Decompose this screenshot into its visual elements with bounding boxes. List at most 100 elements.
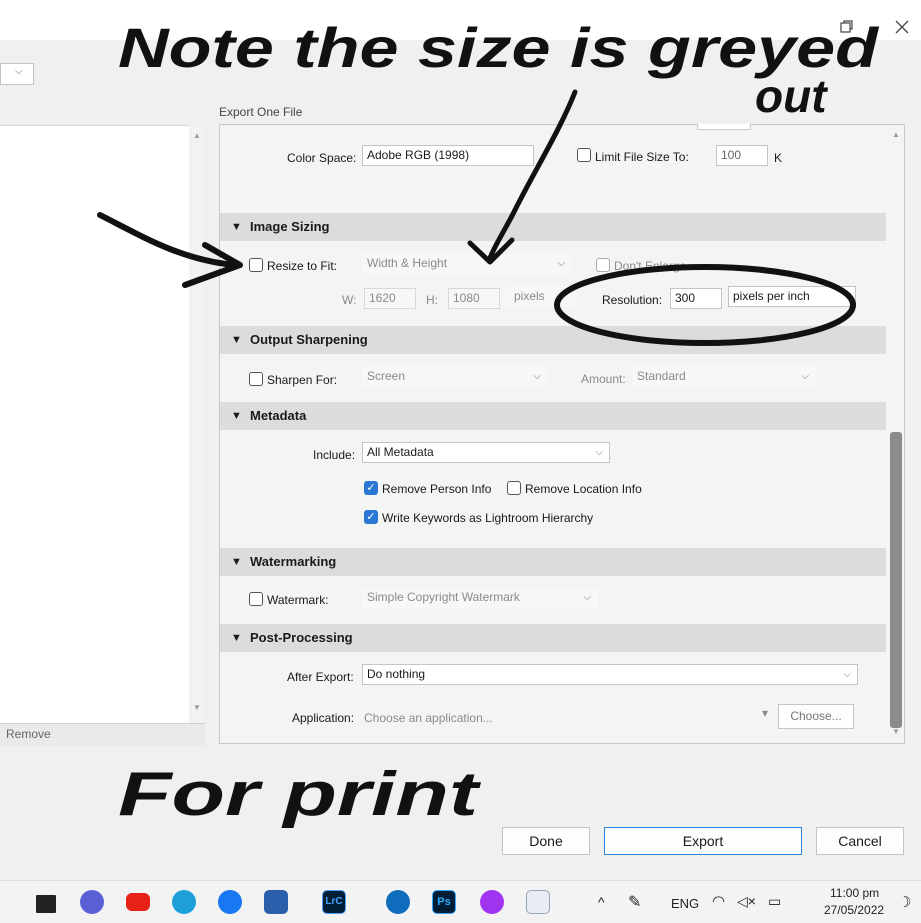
remove-person-info-checkbox[interactable]: ✓ <box>364 481 378 495</box>
cancel-button[interactable]: Cancel <box>816 827 904 855</box>
chevron-down-icon: ⌵ <box>843 669 851 680</box>
done-button[interactable]: Done <box>502 827 590 855</box>
color-space-select[interactable]: Adobe RGB (1998) <box>362 145 534 166</box>
chevron-down-icon: ⌵ <box>557 258 565 269</box>
dont-enlarge-checkbox[interactable] <box>596 258 610 272</box>
after-export-value: Do nothing <box>367 667 426 681</box>
restore-icon[interactable] <box>840 20 854 34</box>
preset-list-scrollbar[interactable]: ▲ ▼ <box>189 125 205 723</box>
height-label: H: <box>426 293 438 307</box>
limit-file-size-unit: K <box>774 151 783 165</box>
section-watermarking[interactable]: ▼ Watermarking <box>220 548 886 576</box>
after-export-select[interactable]: Do nothing ⌵ <box>362 664 858 685</box>
dialog-title: Export One File <box>219 105 303 119</box>
section-image-sizing[interactable]: ▼ Image Sizing <box>220 213 886 241</box>
chevron-up-icon[interactable]: ^ <box>598 894 605 910</box>
collapse-triangle-icon: ▼ <box>231 410 242 422</box>
start-icon[interactable] <box>36 895 56 913</box>
sharpen-for-value: Screen <box>367 369 406 383</box>
cortana-icon[interactable] <box>386 890 410 914</box>
word-icon[interactable] <box>526 890 550 914</box>
resolution-units-select[interactable]: pixels per inch <box>728 286 856 307</box>
watermark-select[interactable]: Simple Copyright Watermark ⌵ <box>362 587 598 608</box>
sharpen-for-select[interactable]: Screen ⌵ <box>362 366 548 387</box>
collapse-triangle-icon: ▼ <box>231 632 242 644</box>
resize-mode-value: Width & Height <box>367 256 448 270</box>
resize-to-fit-checkbox[interactable] <box>249 258 263 272</box>
store-icon[interactable] <box>264 890 288 914</box>
application-dropdown-icon[interactable]: ▾ <box>762 706 768 720</box>
remove-location-info-label: Remove Location Info <box>525 482 642 496</box>
sharpen-for-label: Sharpen For: <box>267 373 338 387</box>
limit-file-size-label: Limit File Size To: <box>595 150 689 164</box>
chevron-down-icon: ⌵ <box>583 592 591 603</box>
remove-button[interactable]: Remove <box>6 727 51 741</box>
close-icon[interactable] <box>893 18 911 36</box>
section-title: Image Sizing <box>250 219 330 234</box>
height-input[interactable]: 1080 <box>448 288 500 309</box>
preset-list[interactable] <box>0 125 205 724</box>
clock-date[interactable]: 27/05/2022 <box>824 903 884 917</box>
lrc-label: LrC <box>325 896 343 907</box>
facebook-icon[interactable] <box>218 890 242 914</box>
amount-value: Standard <box>637 369 686 383</box>
chevron-down-icon: ⌵ <box>595 447 603 458</box>
export-button[interactable]: Export <box>604 827 802 855</box>
battery-icon[interactable]: ▭ <box>768 893 781 910</box>
section-title: Metadata <box>250 408 307 423</box>
limit-file-size-checkbox[interactable] <box>577 148 591 162</box>
remove-bar: Remove <box>0 723 205 746</box>
width-label: W: <box>342 293 357 307</box>
collapse-triangle-icon: ▼ <box>231 221 242 233</box>
settings-scrollbar-thumb[interactable] <box>890 432 902 728</box>
section-title: Output Sharpening <box>250 332 368 347</box>
include-select[interactable]: All Metadata ⌵ <box>362 442 610 463</box>
amount-label: Amount: <box>581 372 626 386</box>
messenger-icon[interactable] <box>480 890 504 914</box>
clock-time[interactable]: 11:00 pm <box>830 886 879 900</box>
resolution-label: Resolution: <box>602 293 663 307</box>
width-input[interactable]: 1620 <box>364 288 416 309</box>
choose-application-button[interactable]: Choose... <box>778 704 854 729</box>
write-keywords-checkbox[interactable]: ✓ <box>364 510 378 524</box>
section-title: Post-Processing <box>250 630 353 645</box>
chevron-down-icon: ⌵ <box>533 371 541 382</box>
section-post-processing[interactable]: ▼ Post-Processing <box>220 624 886 652</box>
volume-muted-icon[interactable]: ◁× <box>737 893 756 910</box>
chat-icon[interactable] <box>80 890 104 914</box>
section-metadata[interactable]: ▼ Metadata <box>220 402 886 430</box>
size-units-value: pixels <box>514 289 545 303</box>
include-value: All Metadata <box>367 445 434 459</box>
photoshop-icon[interactable]: Ps <box>432 890 456 914</box>
pen-icon[interactable]: ✎ <box>628 892 641 912</box>
size-units-select[interactable]: pixels <box>505 286 577 307</box>
lightroom-classic-icon[interactable]: LrC <box>322 890 346 914</box>
section-output-sharpening[interactable]: ▼ Output Sharpening <box>220 326 886 354</box>
sharpen-for-checkbox[interactable] <box>249 372 263 386</box>
application-input[interactable]: Choose an application... <box>364 711 493 725</box>
cut-off-field <box>697 124 751 130</box>
resolution-input[interactable]: 300 <box>670 288 722 309</box>
wifi-icon[interactable]: ◠ <box>712 892 725 910</box>
ps-label: Ps <box>437 896 451 908</box>
write-keywords-label: Write Keywords as Lightroom Hierarchy <box>382 511 594 525</box>
color-space-label: Color Space: <box>287 151 357 165</box>
moon-icon[interactable]: ☽ <box>898 893 911 911</box>
watermark-checkbox[interactable] <box>249 592 263 606</box>
section-title: Watermarking <box>250 554 337 569</box>
include-label: Include: <box>313 448 356 462</box>
amount-select[interactable]: Standard ⌵ <box>632 366 816 387</box>
limit-file-size-input[interactable]: 100 <box>716 145 768 166</box>
resize-mode-select[interactable]: Width & Height ⌵ <box>362 253 572 274</box>
remove-person-info-label: Remove Person Info <box>382 482 492 496</box>
after-export-label: After Export: <box>287 670 354 684</box>
collapse-triangle-icon: ▼ <box>231 334 242 346</box>
chevron-down-icon: ⌵ <box>15 66 23 77</box>
edge-icon[interactable] <box>172 890 196 914</box>
youtube-icon[interactable] <box>126 893 150 911</box>
language-indicator[interactable]: ENG <box>671 896 699 911</box>
watermark-value: Simple Copyright Watermark <box>367 590 520 604</box>
preset-dropdown[interactable]: ⌵ <box>0 63 34 85</box>
remove-location-info-checkbox[interactable] <box>507 481 521 495</box>
chevron-down-icon: ⌵ <box>801 371 809 382</box>
